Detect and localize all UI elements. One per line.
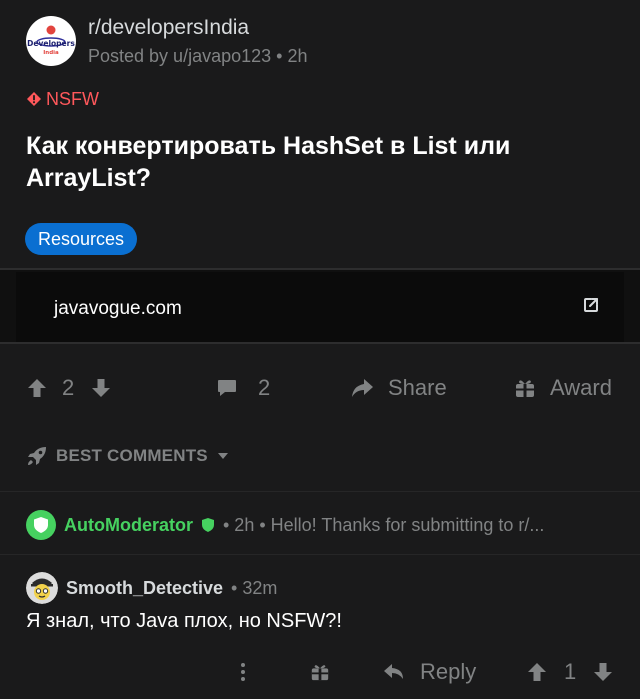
nsfw-label: NSFW <box>46 88 99 109</box>
subreddit-avatar[interactable]: Developers India <box>26 16 76 66</box>
comment-count: 2 <box>258 375 271 400</box>
link-preview-inner: javavogue.com <box>16 272 624 342</box>
automod-comment[interactable]: AutoModerator • 2h • Hello! Thanks for s… <box>0 491 640 555</box>
comments-button[interactable]: 2 <box>216 372 270 404</box>
arrow-up-icon <box>528 663 546 681</box>
comment-sort-label: BEST COMMENTS <box>56 446 208 465</box>
automod-author[interactable]: AutoModerator <box>64 515 193 536</box>
arrow-up-icon <box>28 379 46 397</box>
subreddit-name[interactable]: r/developersIndia <box>88 16 249 40</box>
downvote-button[interactable] <box>90 372 112 404</box>
comment-action-bar: Reply 1 <box>0 652 640 692</box>
comment-time: • 32m <box>231 577 278 598</box>
award-button[interactable]: Award <box>514 372 612 404</box>
comment-vote-count: 1 <box>564 659 577 684</box>
post-title: Как конвертировать HashSet в List или Ar… <box>26 132 511 192</box>
automod-meta: • 2h • Hello! Thanks for submitting to r… <box>223 514 545 535</box>
award-label: Award <box>550 375 612 400</box>
arrow-down-icon <box>594 663 612 681</box>
caret-down-icon <box>217 453 228 459</box>
comment-icon <box>218 380 236 396</box>
comment-sort-button[interactable]: BEST COMMENTS <box>26 443 230 469</box>
automod-row: AutoModerator • 2h • Hello! Thanks for s… <box>26 510 626 540</box>
avatar-text-1: Developers <box>27 39 75 48</box>
gift-icon <box>516 380 534 397</box>
nsfw-tag: NSFW <box>26 89 99 109</box>
share-button[interactable]: Share <box>350 372 447 404</box>
comment-downvote-button[interactable] <box>592 656 614 688</box>
avatar-text-2: India <box>43 50 59 56</box>
comment-upvote-button[interactable] <box>526 656 548 688</box>
upvote-button[interactable] <box>26 372 48 404</box>
reply-label: Reply <box>420 659 477 684</box>
vote-count: 2 <box>62 375 75 400</box>
comment-body: Я знал, что Java плох, но NSFW?! <box>26 610 342 632</box>
post-meta[interactable]: Posted by u/javapo123 • 2h <box>88 46 307 67</box>
more-options-button[interactable] <box>238 656 248 688</box>
more-vertical-icon <box>241 663 245 681</box>
moderator-shield-icon <box>202 518 214 532</box>
external-link-icon[interactable] <box>582 296 600 314</box>
automod-avatar[interactable] <box>26 510 56 540</box>
arrow-down-icon <box>92 379 110 397</box>
link-domain[interactable]: javavogue.com <box>54 298 182 320</box>
share-icon <box>352 379 373 397</box>
comment-author[interactable]: Smooth_Detective <box>66 578 223 599</box>
comment-award-button[interactable] <box>310 656 330 688</box>
reply-icon <box>384 664 403 679</box>
link-preview-card[interactable]: javavogue.com <box>0 268 640 344</box>
gift-icon <box>311 665 329 681</box>
share-label: Share <box>388 375 447 400</box>
shield-icon <box>34 517 48 533</box>
comment-header: Smooth_Detective • 32m <box>26 572 277 604</box>
nsfw-icon <box>27 92 41 106</box>
comment-author-avatar[interactable] <box>26 572 58 604</box>
post-action-bar: 2 2 Share Award <box>0 364 640 412</box>
post-header: Developers India r/developersIndia Poste… <box>26 14 626 70</box>
reply-button[interactable]: Reply <box>382 656 476 688</box>
rocket-icon <box>28 447 46 465</box>
post-flair[interactable]: Resources <box>25 223 138 255</box>
